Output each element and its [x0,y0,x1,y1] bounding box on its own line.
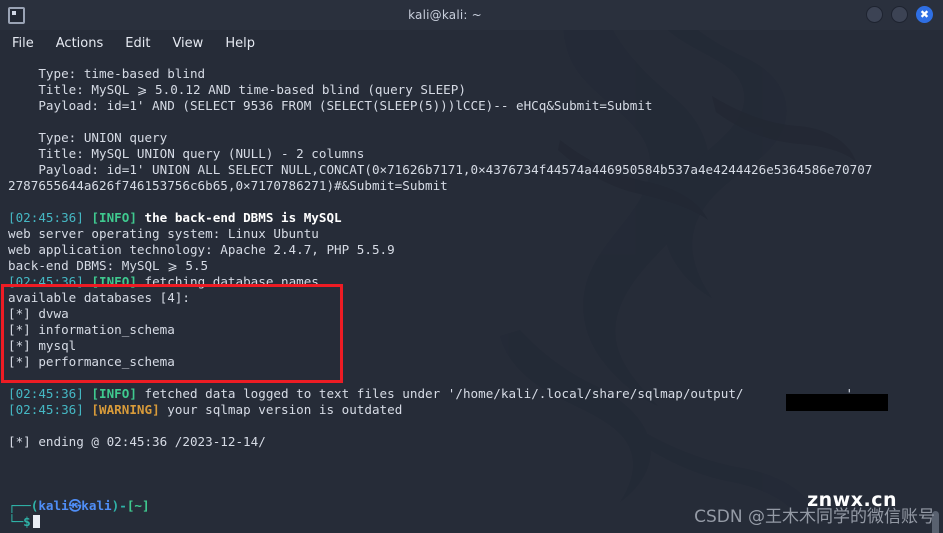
output-blank-line [0,194,943,210]
menu-item-help[interactable]: Help [223,35,257,52]
log-message: fetching database names [136,274,319,289]
terminal-window: kali@kali: ~ ✖ File Actions Edit View He… [0,0,943,533]
database-list-item: [*] mysql [8,338,77,353]
prompt-corner-bottom: └─ [8,514,24,529]
prompt-dollar: $ [23,514,31,529]
maximize-button[interactable] [891,6,908,23]
database-list-item: [*] information_schema [8,322,175,337]
menu-bar: File Actions Edit View Help [0,30,943,56]
log-timestamp: [02:45:36] [8,386,84,401]
menu-item-edit[interactable]: Edit [123,35,152,52]
log-timestamp: [02:45:36] [8,274,84,289]
title-bar: kali@kali: ~ ✖ [0,0,943,30]
minimize-button[interactable] [866,6,883,23]
output-line: Payload: id=1' UNION ALL SELECT NULL,CON… [8,162,873,177]
window-controls: ✖ [866,6,933,23]
menu-item-view[interactable]: View [170,35,205,52]
output-line: Title: MySQL UNION query (NULL) - 2 colu… [8,146,365,161]
menu-item-actions[interactable]: Actions [54,35,106,52]
prompt-corner-top: ┌── [8,498,31,513]
output-line: Payload: id=1' AND (SELECT 9536 FROM (SE… [8,98,653,113]
output-line: web server operating system: Linux Ubunt… [8,226,319,241]
shell-prompt-top: ┌──(kali㉿kali)-[~] [0,498,943,514]
output-line-ending: [*] ending @ 02:45:36 /2023-12-14/ [8,434,266,449]
log-level-warning: [WARNING] [91,402,160,417]
log-message: your sqlmap version is outdated [159,402,403,417]
prompt-host: kali [81,498,112,513]
output-blank-line [0,114,943,130]
log-timestamp: [02:45:36] [8,402,84,417]
output-line: web application technology: Apache 2.4.7… [8,242,395,257]
database-list-item: [*] dvwa [8,306,69,321]
text-cursor [32,515,40,528]
window-title: kali@kali: ~ [408,8,482,22]
log-level-info: [INFO] [91,274,137,289]
log-message: fetched data logged to text files under … [136,386,744,401]
output-line: Title: MySQL ⩾ 5.0.12 AND time-based bli… [8,82,466,97]
output-blank-line [0,450,943,466]
prompt-dash: - [119,498,127,513]
log-line-dbms-detected: [02:45:36] [INFO] the back-end DBMS is M… [0,210,943,226]
terminal-output[interactable]: Type: time-based blind Title: MySQL ⩾ 5.… [0,56,943,533]
log-level-info: [INFO] [91,386,137,401]
output-line: 2787655644a626f746153756c6b65,0×71707862… [8,178,448,193]
output-line: back-end DBMS: MySQL ⩾ 5.5 [8,258,209,273]
log-level-info: [INFO] [91,210,137,225]
log-timestamp: [02:45:36] [8,210,84,225]
output-line: Type: time-based blind [8,66,206,81]
prompt-user: kali [38,498,69,513]
output-line: Type: UNION query [8,130,168,145]
vertical-scrollbar[interactable] [929,56,943,533]
prompt-at-icon: ㉿ [68,498,82,513]
prompt-path: [~] [126,498,150,513]
output-blank-line [0,466,943,482]
redacted-output-path [786,394,888,411]
output-blank-line [0,482,943,498]
shell-prompt-bottom[interactable]: └─$ [0,514,943,530]
terminal-icon [8,6,25,24]
log-message: the back-end DBMS is MySQL [136,210,342,225]
database-list-item: [*] performance_schema [8,354,175,369]
available-databases-header: available databases [4]: [8,290,190,305]
log-line-fetching-databases: [02:45:36] [INFO] fetching database name… [0,274,943,290]
menu-item-file[interactable]: File [10,35,36,52]
output-blank-line [0,418,943,434]
output-blank-line [0,370,943,386]
scrollbar-thumb[interactable] [932,511,939,533]
close-button[interactable]: ✖ [916,6,933,23]
